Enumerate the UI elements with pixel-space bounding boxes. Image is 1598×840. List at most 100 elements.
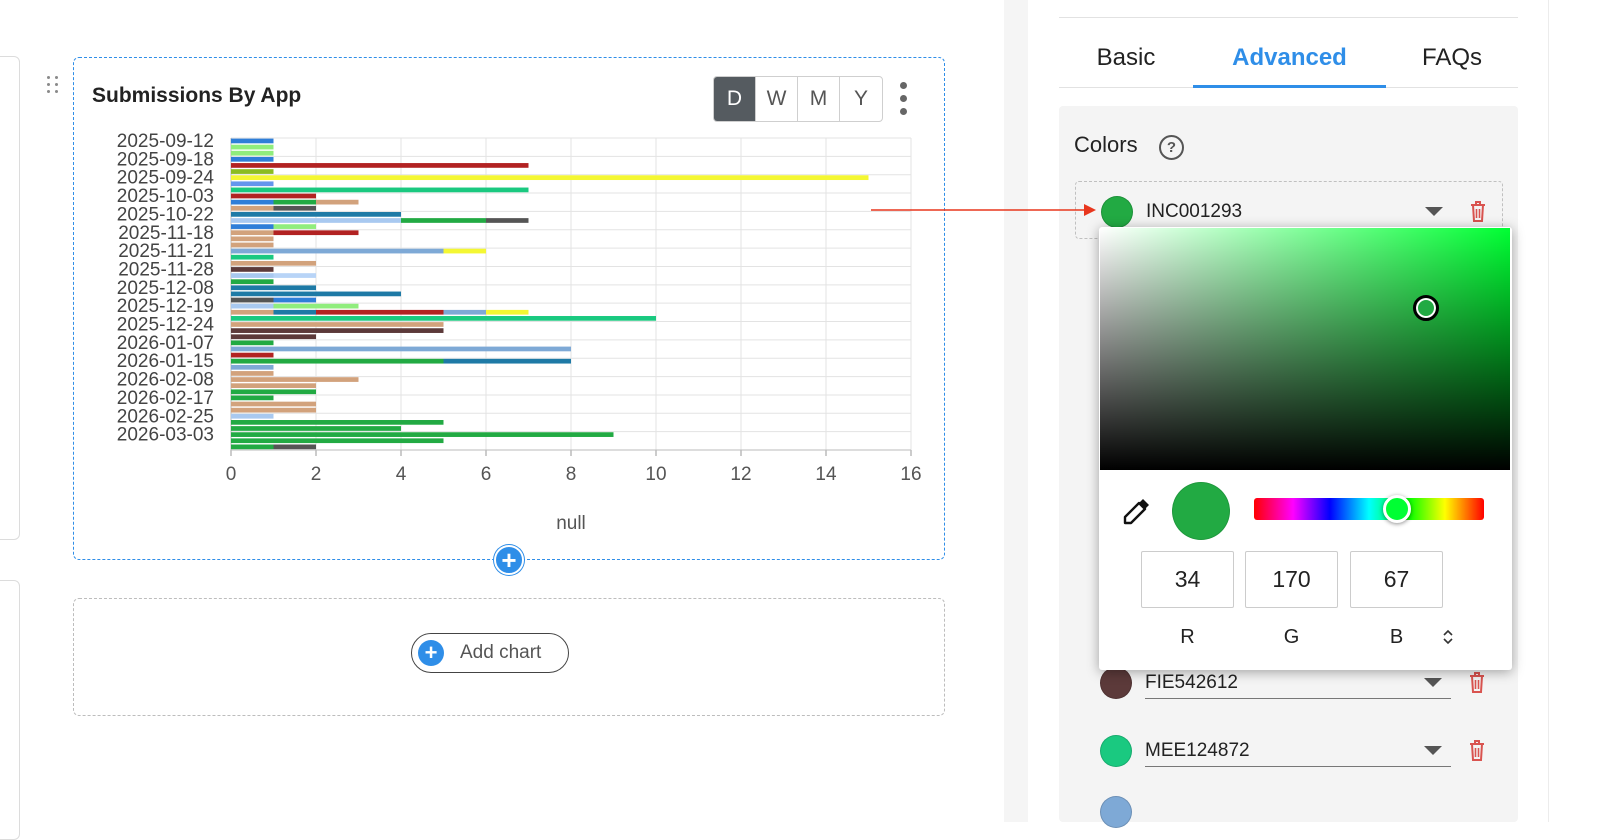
chevron-down-icon[interactable]	[1425, 207, 1443, 216]
color-swatch[interactable]	[1100, 667, 1132, 699]
trash-icon[interactable]	[1467, 738, 1487, 762]
tab-basic[interactable]: Basic	[1059, 28, 1193, 88]
bar-segment	[273, 193, 316, 199]
series-select[interactable]: MEE124872	[1145, 737, 1451, 767]
bar-segment	[231, 156, 274, 162]
plus-icon: +	[418, 640, 444, 666]
bar-segment	[231, 297, 274, 303]
bar-segment	[231, 187, 529, 193]
eyedropper-icon[interactable]	[1121, 495, 1153, 527]
hue-slider[interactable]	[1254, 498, 1484, 520]
bar-segment	[231, 224, 274, 229]
blue-input[interactable]: 67	[1350, 551, 1443, 608]
insert-chart-button[interactable]: +	[494, 545, 524, 575]
bar-segment	[231, 401, 316, 407]
bar-segment	[231, 358, 444, 364]
color-swatch-partial[interactable]	[1100, 796, 1132, 828]
bar-segment	[273, 444, 316, 450]
scrollbar[interactable]	[1548, 0, 1568, 822]
bar-segment	[231, 205, 274, 211]
bar-segment	[273, 230, 359, 236]
x-tick-label: 14	[815, 464, 837, 485]
trash-icon[interactable]	[1467, 670, 1487, 694]
bar-segment	[273, 303, 359, 309]
bar-segment	[231, 377, 359, 382]
bar-segment	[231, 346, 571, 352]
bar-segment	[231, 322, 444, 327]
bar-segment	[273, 297, 316, 303]
bar-segment	[231, 395, 274, 401]
chevron-down-icon[interactable]	[1424, 746, 1442, 755]
x-tick-label: 6	[481, 464, 492, 485]
red-label: R	[1180, 626, 1195, 648]
bar-segment	[231, 407, 316, 413]
bar-segment	[273, 205, 316, 211]
bar-segment	[231, 163, 529, 168]
bar-segment	[231, 426, 401, 431]
x-tick-label: 10	[645, 464, 666, 485]
colors-label: Colors	[1074, 132, 1138, 157]
series-select[interactable]: INC001293	[1146, 198, 1452, 228]
bar-segment	[231, 432, 614, 437]
bar-segment	[316, 199, 359, 205]
tab-advanced[interactable]: Advanced	[1193, 28, 1386, 88]
bar-segment	[231, 438, 444, 444]
bar-segment	[231, 285, 316, 291]
bar-segment	[486, 218, 529, 223]
bar-segment	[231, 444, 274, 450]
red-input[interactable]: 34	[1141, 551, 1234, 608]
bar-segment	[273, 273, 316, 278]
bar-segment	[231, 138, 274, 144]
drag-handle-icon[interactable]	[45, 74, 61, 96]
x-tick-label: 2	[311, 464, 322, 485]
color-swatch[interactable]	[1101, 196, 1133, 228]
bar-segment	[231, 230, 274, 236]
chevron-down-icon[interactable]	[1424, 678, 1442, 687]
saturation-handle[interactable]	[1413, 295, 1439, 321]
color-swatch[interactable]	[1100, 735, 1132, 767]
color-picker-popover: 34 170 67 R G B	[1099, 227, 1512, 670]
bar-segment	[231, 248, 444, 254]
x-axis-title: null	[556, 513, 586, 534]
bar-chart: 0 2 4 6 8 10 12 14 162025-09-122025-09-182025-09…	[117, 131, 922, 534]
x-tick-label: 16	[900, 464, 921, 485]
green-input[interactable]: 170	[1245, 551, 1338, 608]
x-tick-label: 4	[396, 464, 407, 485]
x-tick-label: 8	[566, 464, 577, 485]
left-card-edge	[0, 56, 20, 540]
bar-segment	[231, 352, 274, 358]
x-tick-label: 12	[730, 464, 751, 485]
active-tab-indicator	[1193, 85, 1386, 88]
bar-segment	[231, 316, 656, 321]
bar-segment	[231, 242, 274, 248]
help-icon[interactable]: ?	[1159, 135, 1184, 160]
bar-segment	[231, 273, 274, 278]
bar-segment	[443, 309, 486, 315]
tab-faqs[interactable]: FAQs	[1386, 28, 1518, 88]
bar-segment	[316, 309, 444, 315]
bar-segment	[486, 309, 529, 315]
bar-segment	[231, 181, 274, 187]
divider	[1059, 17, 1518, 18]
bar-segment	[273, 224, 316, 229]
hue-slider-handle[interactable]	[1383, 495, 1411, 523]
color-row-mee124872: MEE124872	[1075, 721, 1503, 779]
chart-card[interactable]: Submissions By App D W M Y 0 2 4 6 8 10 12 14 16…	[73, 57, 945, 560]
bar-segment	[231, 389, 316, 395]
saturation-value-area[interactable]	[1100, 228, 1510, 470]
bar-segment	[231, 371, 274, 376]
bar-segment	[231, 169, 274, 174]
bar-segment	[231, 260, 316, 266]
bar-segment	[231, 420, 444, 425]
bar-segment	[273, 309, 316, 315]
bar-segment	[273, 199, 316, 205]
bar-segment	[231, 150, 274, 156]
color-mode-toggle-icon[interactable]	[1441, 627, 1455, 647]
trash-icon[interactable]	[1468, 199, 1488, 223]
series-select[interactable]: FIE542612	[1145, 669, 1451, 699]
bar-segment	[231, 212, 401, 217]
y-category-label: 2026-03-03	[117, 425, 214, 446]
add-chart-button[interactable]: + Add chart	[411, 633, 569, 673]
bar-segment	[231, 175, 869, 181]
bar-segment	[231, 364, 274, 370]
